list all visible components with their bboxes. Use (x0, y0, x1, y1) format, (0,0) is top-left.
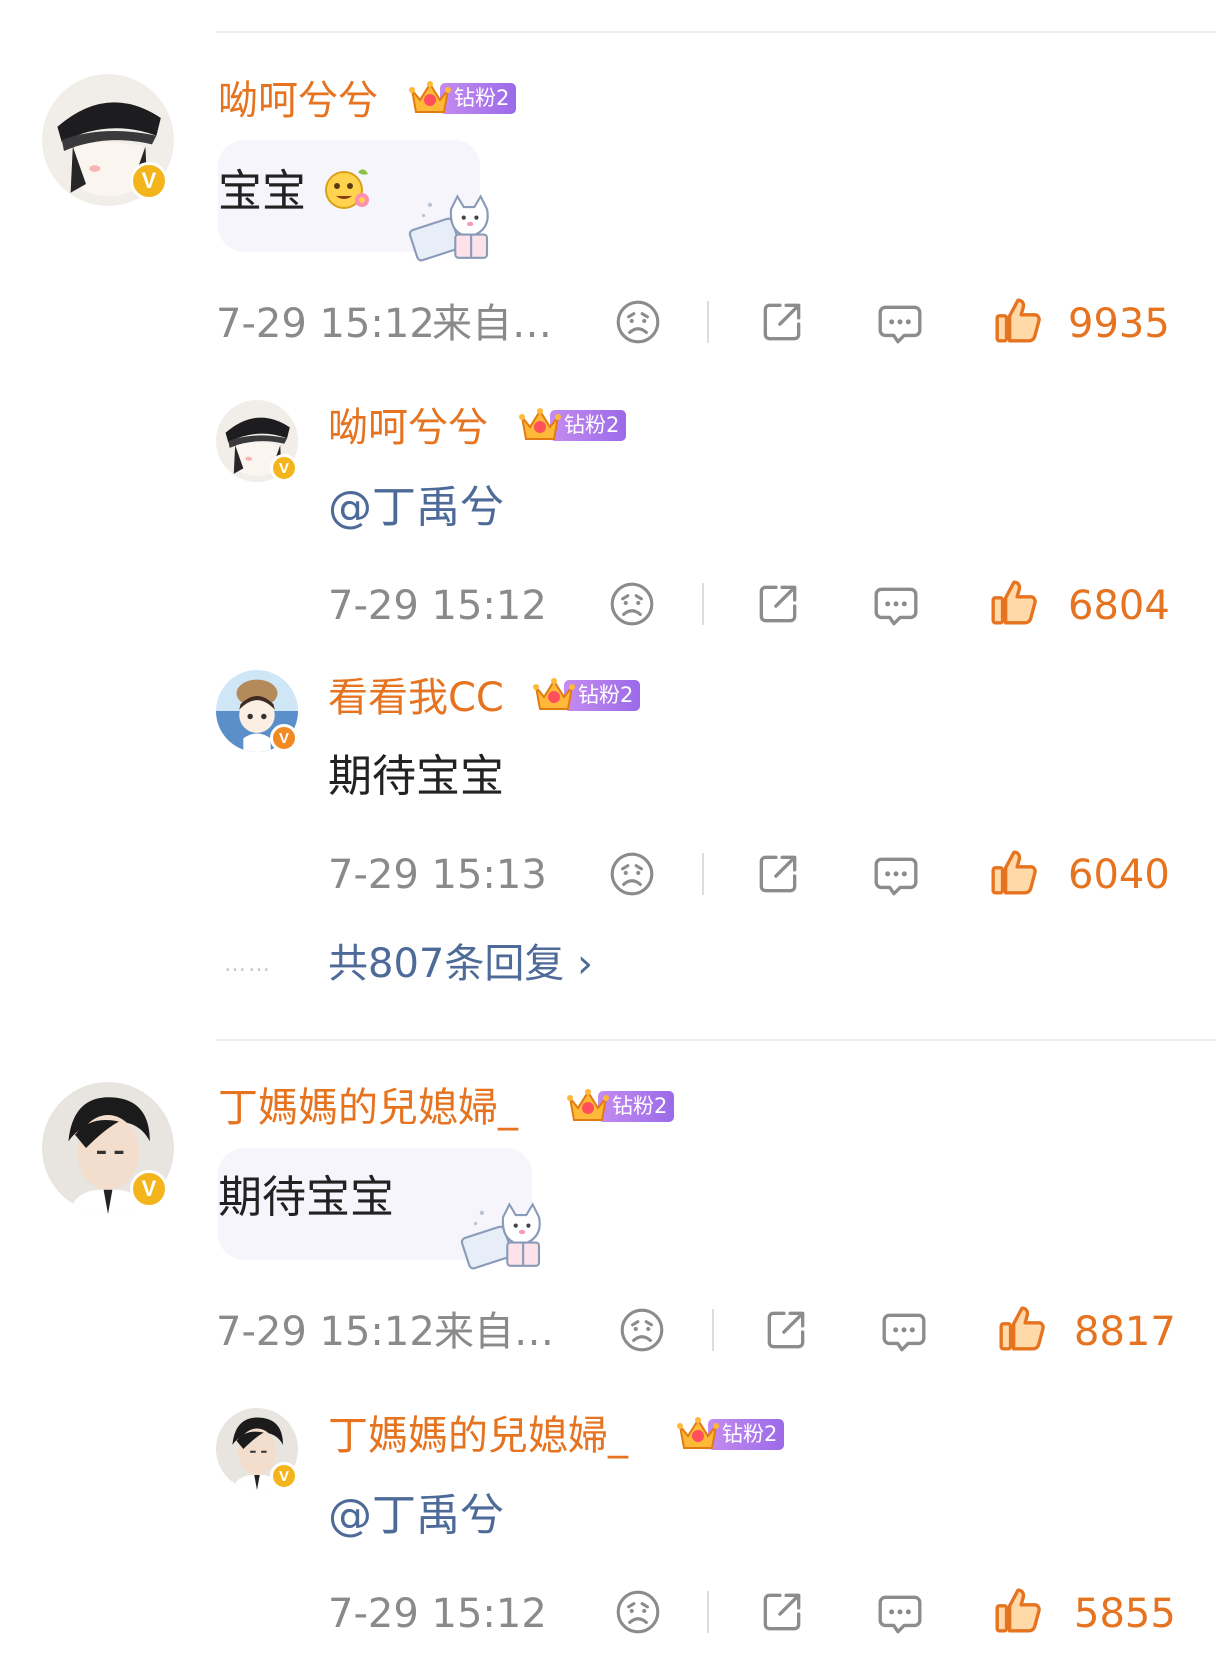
comment-icon (871, 581, 921, 631)
dislike-button[interactable] (612, 1586, 664, 1638)
like-button[interactable] (992, 294, 1044, 346)
comment-button[interactable] (878, 1306, 930, 1358)
username[interactable]: 丁媽媽的兒媳婦_ (218, 1088, 518, 1128)
avatar[interactable]: V (42, 1082, 174, 1214)
dislike-button[interactable] (606, 848, 658, 900)
crown-icon (532, 675, 576, 715)
comment-button[interactable] (870, 850, 922, 902)
share-icon (757, 1587, 807, 1637)
username[interactable]: 丁媽媽的兒媳婦_ (328, 1416, 628, 1456)
verified-v-icon: V (130, 162, 168, 200)
username[interactable]: 看看我CC (328, 678, 504, 718)
like-button[interactable] (988, 846, 1040, 898)
comment-time: 7-29 15:12 (216, 1309, 435, 1355)
like-button[interactable] (988, 576, 1040, 628)
view-more-replies-link[interactable]: 共807条回复 › (328, 944, 593, 984)
like-count: 5855 (1074, 1591, 1176, 1637)
share-icon (753, 849, 803, 899)
action-separator (707, 1591, 709, 1633)
share-button[interactable] (756, 1586, 808, 1638)
comment-text: 宝宝 (218, 166, 306, 217)
comment-icon (879, 1307, 929, 1357)
share-button[interactable] (752, 848, 804, 900)
thumbs-up-icon (993, 1585, 1043, 1635)
verified-v-icon: V (270, 454, 298, 482)
avatar[interactable]: V (216, 400, 298, 482)
comment-button[interactable] (874, 1588, 926, 1640)
action-separator (712, 1309, 714, 1351)
comment-text: 期待宝宝 (218, 1172, 394, 1223)
thumbs-up-icon (989, 847, 1039, 897)
sad-face-icon (613, 1587, 663, 1637)
avatar[interactable]: V (216, 670, 298, 752)
action-separator (702, 853, 704, 895)
reply-text: 期待宝宝 (328, 751, 504, 802)
comment-source: 来自… (434, 1309, 554, 1355)
fan-badge[interactable]: 钻粉2 (532, 675, 641, 715)
comment-icon (871, 851, 921, 901)
like-count: 8817 (1074, 1309, 1176, 1355)
share-icon (757, 297, 807, 347)
like-count: 9935 (1068, 301, 1170, 347)
comment-divider (216, 1039, 1216, 1041)
share-button[interactable] (760, 1304, 812, 1356)
verified-v-icon: V (270, 724, 298, 752)
fan-badge[interactable]: 钻粉2 (408, 78, 517, 118)
share-button[interactable] (756, 296, 808, 348)
crown-icon (408, 78, 452, 118)
cat-gift-sticker-icon (454, 1196, 550, 1270)
thumbs-up-icon (989, 577, 1039, 627)
like-button[interactable] (992, 1584, 1044, 1636)
reply-text[interactable]: @丁禹兮 (328, 1494, 504, 1538)
comment-source: 来自… (432, 301, 552, 347)
thumbs-up-icon (997, 1303, 1047, 1353)
verified-v-icon: V (130, 1170, 168, 1208)
action-separator (707, 301, 709, 343)
sad-face-icon (607, 849, 657, 899)
avatar[interactable]: V (216, 1408, 298, 1490)
dislike-button[interactable] (616, 1304, 668, 1356)
comment-icon (875, 299, 925, 349)
username[interactable]: 呦呵兮兮 (218, 81, 378, 121)
verified-v-icon: V (270, 1462, 298, 1490)
comment-time: 7-29 15:12 (216, 301, 435, 347)
more-dots: …… (224, 952, 272, 977)
username[interactable]: 呦呵兮兮 (328, 408, 488, 448)
like-count: 6804 (1068, 583, 1170, 629)
crown-icon (566, 1086, 610, 1126)
share-button[interactable] (752, 578, 804, 630)
sad-face-icon (607, 579, 657, 629)
reply-time: 7-29 15:12 (328, 583, 547, 629)
comment-icon (875, 1589, 925, 1639)
cat-gift-sticker-icon (402, 188, 498, 262)
action-separator (702, 583, 704, 625)
share-icon (761, 1305, 811, 1355)
comment-button[interactable] (870, 580, 922, 632)
dislike-button[interactable] (606, 578, 658, 630)
crown-icon (518, 405, 562, 445)
reply-time: 7-29 15:13 (328, 852, 547, 898)
share-icon (753, 579, 803, 629)
fan-badge[interactable]: 钻粉2 (518, 405, 627, 445)
reply-text[interactable]: @丁禹兮 (328, 486, 504, 530)
sad-face-icon (617, 1305, 667, 1355)
crown-icon (676, 1414, 720, 1454)
comment-button[interactable] (874, 298, 926, 350)
dislike-button[interactable] (612, 296, 664, 348)
like-button[interactable] (996, 1302, 1048, 1354)
emoji-flower-icon (325, 169, 369, 209)
like-count: 6040 (1068, 852, 1170, 898)
avatar[interactable]: V (42, 74, 174, 206)
fan-badge[interactable]: 钻粉2 (676, 1414, 785, 1454)
top-divider (216, 31, 1216, 33)
fan-badge[interactable]: 钻粉2 (566, 1086, 675, 1126)
sad-face-icon (613, 297, 663, 347)
thumbs-up-icon (993, 295, 1043, 345)
reply-time: 7-29 15:12 (328, 1591, 547, 1637)
